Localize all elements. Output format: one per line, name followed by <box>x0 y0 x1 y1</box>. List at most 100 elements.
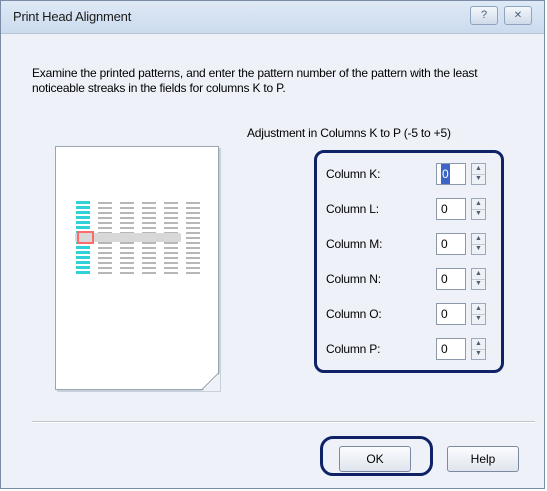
pattern-streak <box>98 247 112 249</box>
pattern-streak <box>142 242 156 244</box>
pattern-streak <box>120 247 134 249</box>
pattern-streak <box>164 247 178 249</box>
pattern-streak <box>98 257 112 259</box>
column-l-label: Column L: <box>326 202 379 216</box>
pattern-streak <box>76 226 90 229</box>
pattern-streak <box>120 257 134 259</box>
column-l-input[interactable]: 0 <box>436 198 466 220</box>
pattern-streak <box>120 242 134 244</box>
pattern-streak <box>164 227 178 229</box>
column-n-input[interactable]: 0 <box>436 268 466 290</box>
spin-down-icon[interactable]: ▼ <box>472 279 485 289</box>
pattern-streak <box>98 242 112 244</box>
pattern-streak <box>186 257 200 259</box>
pattern-streak <box>142 272 156 274</box>
spin-down-icon[interactable]: ▼ <box>472 209 485 219</box>
pattern-streak <box>120 262 134 264</box>
button-divider <box>32 421 535 423</box>
help-button[interactable]: Help <box>447 446 519 472</box>
pattern-streak <box>142 257 156 259</box>
column-o-input[interactable]: 0 <box>436 303 466 325</box>
pattern-streak <box>186 267 200 269</box>
pattern-streak <box>98 272 112 274</box>
pattern-streak <box>76 271 90 274</box>
pattern-streak <box>142 222 156 224</box>
column-p-input[interactable]: 0 <box>436 338 466 360</box>
spin-down-icon[interactable]: ▼ <box>472 174 485 184</box>
pattern-streak <box>98 262 112 264</box>
close-button[interactable]: ✕ <box>504 6 532 25</box>
pattern-streak <box>98 212 112 214</box>
pattern-streak <box>186 207 200 209</box>
pattern-streak <box>120 227 134 229</box>
column-n-label: Column N: <box>326 272 381 286</box>
title-bar: Print Head Alignment ? ✕ <box>1 1 544 34</box>
pattern-streak <box>76 211 90 214</box>
pattern-streak <box>76 246 90 249</box>
pattern-streak <box>186 237 200 239</box>
help-icon: ? <box>480 9 488 21</box>
pattern-streak <box>164 262 178 264</box>
pattern-streak <box>76 221 90 224</box>
spin-down-icon[interactable]: ▼ <box>472 314 485 324</box>
pattern-streak <box>186 202 200 204</box>
pattern-streak <box>142 247 156 249</box>
pattern-streak <box>120 252 134 254</box>
pattern-streak <box>76 251 90 254</box>
column-o-label: Column O: <box>326 307 382 321</box>
pattern-streak <box>98 207 112 209</box>
pattern-streak <box>98 267 112 269</box>
pattern-streak <box>142 212 156 214</box>
column-n-spinner[interactable]: ▲ ▼ <box>471 268 486 290</box>
column-l-spinner[interactable]: ▲ ▼ <box>471 198 486 220</box>
pattern-streak <box>120 217 134 219</box>
pattern-streak <box>142 252 156 254</box>
pattern-streak <box>164 252 178 254</box>
pattern-streak <box>164 222 178 224</box>
pattern-streak <box>98 227 112 229</box>
pattern-streak <box>164 257 178 259</box>
pattern-streak <box>120 202 134 204</box>
column-o-spinner[interactable]: ▲ ▼ <box>471 303 486 325</box>
column-k-label: Column K: <box>326 167 381 181</box>
close-icon: ✕ <box>513 10 523 21</box>
pattern-streak <box>76 256 90 259</box>
pattern-streak <box>76 201 90 204</box>
column-m-spinner[interactable]: ▲ ▼ <box>471 233 486 255</box>
help-titlebar-button[interactable]: ? <box>470 6 498 25</box>
pattern-streak <box>186 242 200 244</box>
pattern-streak <box>186 247 200 249</box>
dialog-title: Print Head Alignment <box>13 9 132 24</box>
pattern-streak <box>120 222 134 224</box>
column-p-label: Column P: <box>326 342 381 356</box>
pattern-streak <box>98 217 112 219</box>
pattern-streak <box>186 262 200 264</box>
pattern-streak <box>142 207 156 209</box>
pattern-streak <box>164 202 178 204</box>
pattern-streak <box>142 202 156 204</box>
pattern-streak <box>142 262 156 264</box>
adjustment-range-label: Adjustment in Columns K to P (-5 to +5) <box>247 126 451 140</box>
pattern-streak <box>186 212 200 214</box>
column-p-spinner[interactable]: ▲ ▼ <box>471 338 486 360</box>
pattern-streak <box>186 227 200 229</box>
pattern-streak <box>120 272 134 274</box>
pattern-streak <box>186 217 200 219</box>
pattern-streak <box>142 227 156 229</box>
spin-down-icon[interactable]: ▼ <box>472 244 485 254</box>
column-k-spinner[interactable]: ▲ ▼ <box>471 163 486 185</box>
column-m-label: Column M: <box>326 237 383 251</box>
column-m-input[interactable]: 0 <box>436 233 466 255</box>
pattern-streak <box>76 261 90 264</box>
pattern-streak <box>76 206 90 209</box>
pattern-streak <box>164 217 178 219</box>
ok-button[interactable]: OK <box>339 446 411 472</box>
pattern-streak <box>164 212 178 214</box>
pattern-streak <box>98 202 112 204</box>
print-preview-page <box>55 146 220 391</box>
column-k-input[interactable]: 0 <box>436 163 466 185</box>
pattern-streak <box>120 207 134 209</box>
pattern-streak <box>186 222 200 224</box>
pattern-streak <box>120 212 134 214</box>
spin-down-icon[interactable]: ▼ <box>472 349 485 359</box>
